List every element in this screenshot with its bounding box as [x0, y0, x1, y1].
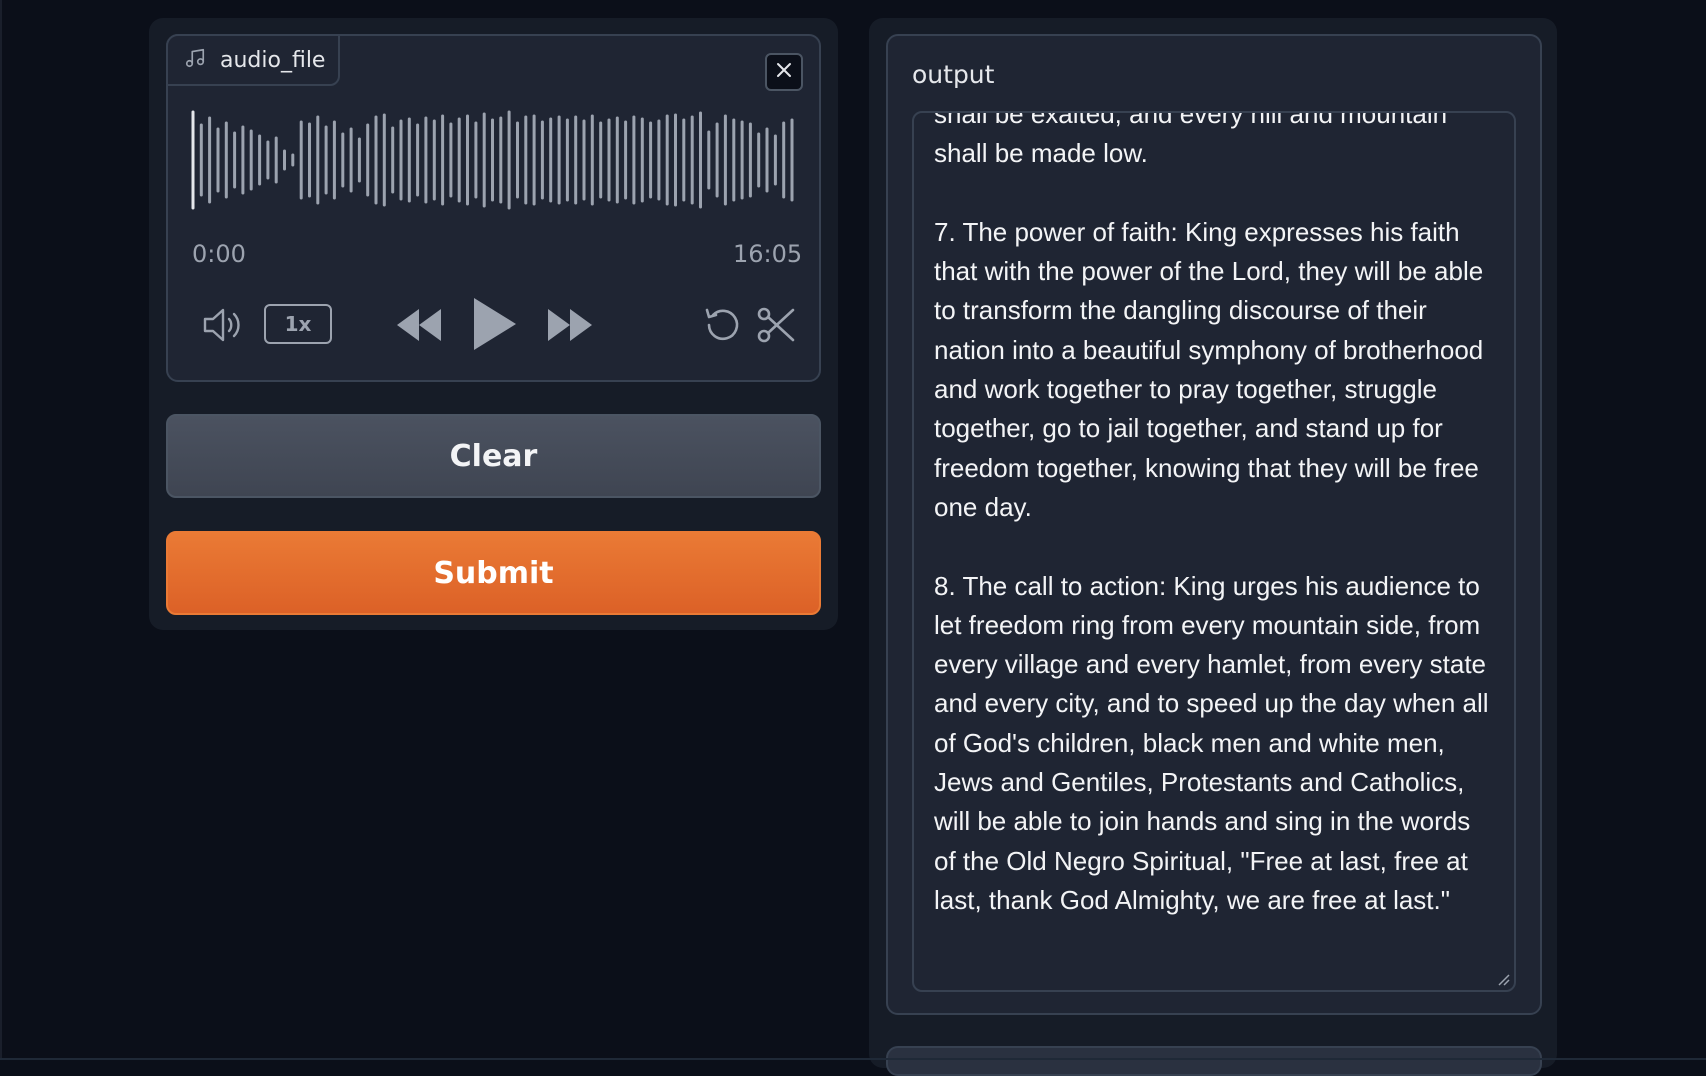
- rewind-icon[interactable]: [395, 305, 443, 345]
- output-text: shall be exalted, and every hill and mou…: [934, 111, 1489, 915]
- current-time: 0:00: [192, 240, 246, 268]
- reset-icon[interactable]: [701, 304, 743, 346]
- audio-label: audio_file: [220, 47, 326, 73]
- output-textarea[interactable]: shall be exalted, and every hill and mou…: [912, 111, 1516, 992]
- scissors-icon[interactable]: [755, 304, 797, 346]
- submit-button[interactable]: Submit: [166, 531, 821, 615]
- play-icon[interactable]: [470, 296, 518, 352]
- audio-waveform[interactable]: [190, 108, 800, 212]
- next-component: [886, 1046, 1542, 1076]
- volume-icon[interactable]: [201, 305, 247, 345]
- audio-label-tab: audio_file: [166, 34, 340, 86]
- output-label: output: [912, 60, 995, 89]
- fast-forward-icon[interactable]: [546, 305, 594, 345]
- resize-handle-icon[interactable]: [1496, 972, 1510, 986]
- playback-speed-button[interactable]: 1x: [264, 304, 332, 344]
- clear-audio-button[interactable]: [765, 53, 803, 91]
- clear-button[interactable]: Clear: [166, 414, 821, 498]
- music-note-icon: [184, 47, 206, 73]
- close-icon: [775, 61, 793, 83]
- window-edge: [0, 0, 2, 1060]
- total-duration: 16:05: [733, 240, 803, 268]
